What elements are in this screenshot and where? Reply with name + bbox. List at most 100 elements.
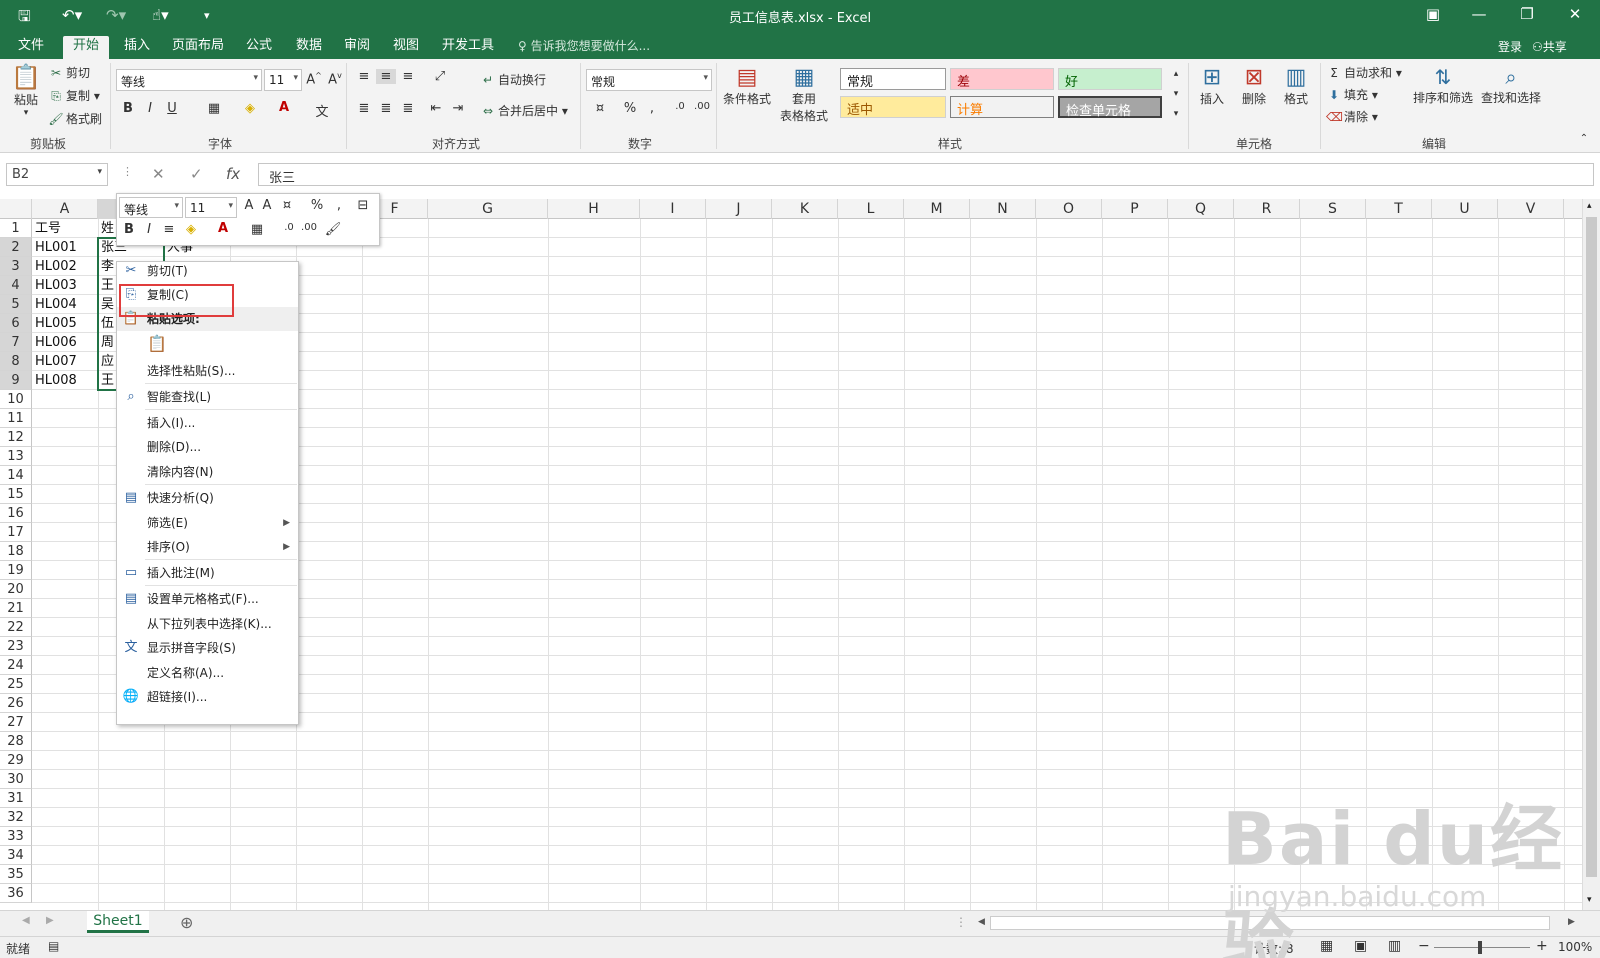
tab-split-icon[interactable]: ⋮ [955, 915, 967, 929]
select-all-corner[interactable] [0, 199, 32, 219]
paste-button[interactable]: 📋 粘贴 ▾ [8, 63, 44, 118]
insert-function-icon[interactable]: fx [226, 165, 240, 183]
row-header[interactable]: 25 [0, 675, 32, 694]
comma-icon[interactable]: , [642, 101, 662, 116]
fill-button[interactable]: ⬇ 填充 ▾ [1326, 86, 1378, 103]
increase-decimal-icon[interactable]: .0 [670, 101, 690, 112]
scroll-left-icon[interactable]: ◀ [978, 917, 985, 927]
tab-page-layout[interactable]: 页面布局 [162, 36, 234, 59]
row-header[interactable]: 31 [0, 789, 32, 808]
cell-A5[interactable]: HL004 [35, 295, 77, 314]
scroll-up-icon[interactable]: ▴ [1587, 201, 1592, 211]
mini-shrink-font-icon[interactable]: A [257, 198, 277, 213]
cell-A9[interactable]: HL008 [35, 371, 77, 390]
decrease-decimal-icon[interactable]: .00 [692, 101, 712, 112]
tab-developer[interactable]: 开发工具 [432, 36, 504, 59]
row-header[interactable]: 30 [0, 770, 32, 789]
insert-cells-button[interactable]: ⊞ 插入 [1194, 65, 1230, 107]
row-header[interactable]: 35 [0, 865, 32, 884]
menu-item-show-phonetic[interactable]: 文显示拼音字段(S) [117, 636, 298, 660]
add-sheet-icon[interactable]: ⊕ [180, 913, 193, 932]
style-check-cell[interactable]: 检查单元格 [1058, 96, 1162, 119]
row-header[interactable]: 28 [0, 732, 32, 751]
shrink-font-icon[interactable]: Av [325, 71, 345, 87]
row-header[interactable]: 21 [0, 599, 32, 618]
font-name-select[interactable]: 等线 [116, 69, 262, 91]
column-header[interactable]: U [1432, 199, 1498, 219]
cell-A1[interactable]: 工号 [35, 219, 61, 238]
menu-item-quick-analysis[interactable]: ▤ 快速分析(Q) [117, 486, 298, 510]
column-header[interactable]: T [1366, 199, 1432, 219]
format-cells-button[interactable]: ▥ 格式 [1278, 65, 1314, 107]
menu-item-filter[interactable]: 筛选(E) ▶ [117, 511, 298, 535]
menu-item-clear-contents[interactable]: 清除内容(N) [117, 460, 298, 484]
tab-file[interactable]: 文件 [8, 36, 54, 59]
row-header[interactable]: 11 [0, 409, 32, 428]
menu-item-delete[interactable]: 删除(D)... [117, 435, 298, 459]
cell-A8[interactable]: HL007 [35, 352, 77, 371]
currency-icon[interactable]: ¤ [590, 101, 610, 116]
mini-increase-decimal-icon[interactable]: .0 [279, 222, 299, 233]
style-bad[interactable]: 差 [950, 68, 1054, 90]
name-box[interactable]: B2 [6, 163, 108, 186]
minimize-icon[interactable]: — [1464, 5, 1494, 23]
align-top-icon[interactable]: ≡ [354, 69, 374, 84]
column-header[interactable]: O [1036, 199, 1102, 219]
row-header[interactable]: 32 [0, 808, 32, 827]
tab-insert[interactable]: 插入 [114, 36, 160, 59]
menu-item-cut[interactable]: ✂ 剪切(T) [117, 259, 298, 283]
confirm-entry-icon[interactable]: ✓ [190, 165, 203, 183]
mini-bold-icon[interactable]: B [119, 222, 139, 237]
row-header[interactable]: 5 [0, 295, 32, 314]
row-header[interactable]: 6 [0, 314, 32, 333]
align-left-icon[interactable]: ≣ [354, 101, 374, 116]
column-header[interactable]: I [640, 199, 706, 219]
decrease-indent-icon[interactable]: ⇤ [426, 101, 446, 116]
row-header[interactable]: 17 [0, 523, 32, 542]
align-right-icon[interactable]: ≣ [398, 101, 418, 116]
row-header[interactable]: 23 [0, 637, 32, 656]
bold-icon[interactable]: B [118, 101, 138, 116]
align-middle-icon[interactable]: ≡ [376, 69, 396, 84]
mini-size-select[interactable]: 11 [185, 197, 237, 218]
row-header[interactable]: 26 [0, 694, 32, 713]
column-header[interactable]: N [970, 199, 1036, 219]
style-neutral[interactable]: 适中 [840, 96, 946, 118]
tab-review[interactable]: 审阅 [334, 36, 380, 59]
row-header[interactable]: 10 [0, 390, 32, 409]
delete-cells-button[interactable]: ⊠ 删除 [1236, 65, 1272, 107]
column-header[interactable]: V [1498, 199, 1564, 219]
increase-indent-icon[interactable]: ⇥ [448, 101, 468, 116]
merge-center-button[interactable]: ⇔ 合并后居中 ▾ [480, 102, 568, 119]
prev-sheet-icon[interactable]: ◀ [22, 915, 30, 926]
border-icon[interactable]: ▦ [204, 101, 224, 116]
percent-icon[interactable]: % [620, 101, 640, 116]
wrap-text-button[interactable]: ↵ 自动换行 [480, 71, 546, 88]
restore-icon[interactable]: ❐ [1512, 5, 1542, 23]
row-header[interactable]: 13 [0, 447, 32, 466]
font-color-icon[interactable]: A [274, 100, 294, 115]
column-header[interactable]: M [904, 199, 970, 219]
menu-item-smart-lookup[interactable]: ⌕ 智能查找(L) [117, 385, 298, 409]
row-header[interactable]: 36 [0, 884, 32, 903]
ribbon-display-icon[interactable]: ▣ [1418, 5, 1448, 23]
row-header[interactable]: 7 [0, 333, 32, 352]
fill-color-icon[interactable]: ◈ [240, 101, 260, 116]
mini-align-center-icon[interactable]: ≡ [159, 222, 179, 237]
mini-merge-icon[interactable]: ⊟ [353, 198, 373, 213]
row-header[interactable]: 29 [0, 751, 32, 770]
row-header[interactable]: 14 [0, 466, 32, 485]
menu-item-hyperlink[interactable]: 🌐 超链接(I)... [117, 685, 298, 709]
cell-A6[interactable]: HL005 [35, 314, 77, 333]
column-header[interactable]: L [838, 199, 904, 219]
styles-scroll-down-icon[interactable]: ▾ [1166, 89, 1186, 99]
mini-font-color-icon[interactable]: A [213, 221, 233, 236]
row-header[interactable]: 3 [0, 257, 32, 276]
clear-button[interactable]: ⌫清除 ▾ [1326, 108, 1378, 125]
styles-scroll-up-icon[interactable]: ▴ [1166, 69, 1186, 79]
row-header[interactable]: 20 [0, 580, 32, 599]
vertical-scroll-thumb[interactable] [1586, 217, 1597, 877]
column-header[interactable]: G [428, 199, 548, 219]
menu-item-define-name[interactable]: 定义名称(A)... [117, 661, 298, 685]
macro-record-icon[interactable]: ▤ [48, 939, 59, 953]
